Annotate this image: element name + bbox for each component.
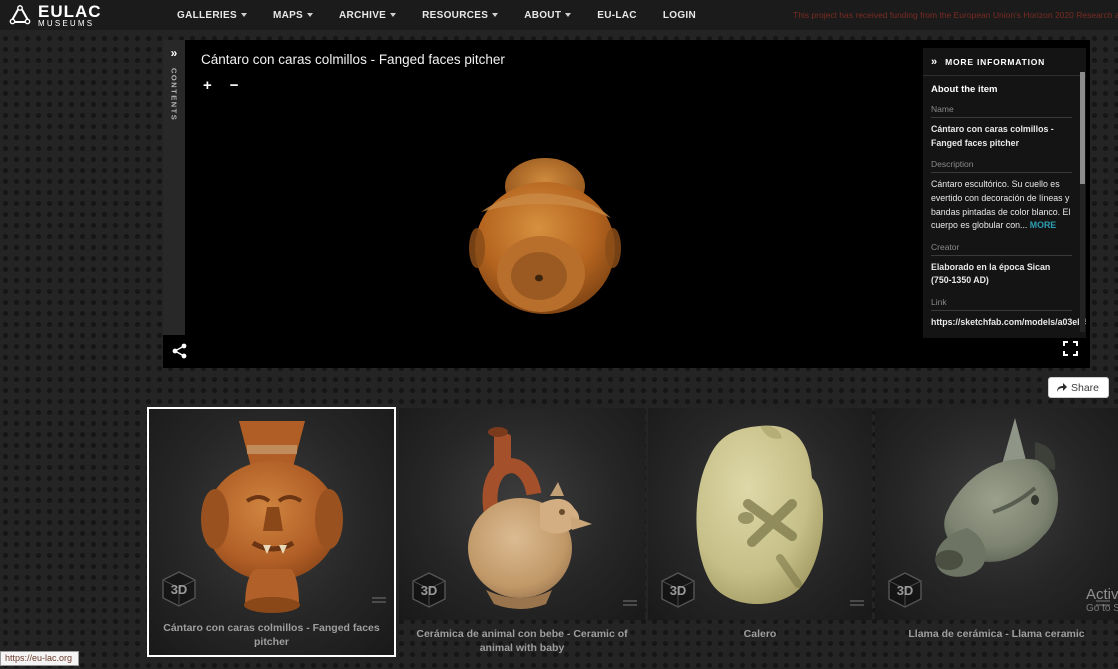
3d-badge: 3D <box>159 569 199 609</box>
chevron-down-icon <box>492 13 498 17</box>
info-panel-scrollbar[interactable] <box>1080 72 1085 332</box>
funding-notice: This project has received funding from t… <box>793 0 1118 30</box>
gallery-item-llama-ceramic[interactable]: 3D Llama de cerámica - Llama ceramic <box>875 408 1118 641</box>
nav-item-login[interactable]: LOGIN <box>663 10 696 21</box>
viewer-contents-sidebar[interactable]: » CONTENTS <box>163 40 185 335</box>
logo-line1: EULAC <box>38 3 102 20</box>
link-field-value[interactable]: https://sketchfab.com/models/a03eld5 <box>931 316 1072 330</box>
scrollbar-thumb[interactable] <box>1080 72 1085 184</box>
gallery-item-caption: Cántaro con caras colmillos - Fanged fac… <box>149 621 394 649</box>
expand-chevrons-icon[interactable]: » <box>171 40 178 60</box>
eulac-logo[interactable]: EULAC MUSEUMS <box>0 3 155 28</box>
share-arrow-icon <box>1056 382 1068 393</box>
name-field-value: Cántaro con caras colmillos - Fanged fac… <box>931 123 1072 150</box>
description-field-value: Cántaro escultórico. Su cuello es everti… <box>931 178 1072 233</box>
creator-field-label: Creator <box>931 242 1072 256</box>
nav-item-resources[interactable]: RESOURCES <box>422 10 498 21</box>
link-field-label: Link <box>931 297 1072 311</box>
nav-item-galleries[interactable]: GALLERIES <box>177 10 247 21</box>
thumbnail-watermark <box>372 597 386 603</box>
3d-badge: 3D <box>409 570 449 610</box>
chevron-down-icon <box>307 13 313 17</box>
info-panel-header[interactable]: » MORE INFORMATION <box>923 48 1086 76</box>
artifact-thumbnail-llama-ceramic <box>897 408 1097 620</box>
nav-item-archive[interactable]: ARCHIVE <box>339 10 396 21</box>
logo-line2: MUSEUMS <box>38 20 102 28</box>
eulac-logo-icon <box>8 3 32 27</box>
name-field-label: Name <box>931 104 1072 118</box>
gallery-item-caption: Cerámica de animal con bebe - Ceramic of… <box>399 627 645 655</box>
contents-label: CONTENTS <box>170 68 179 121</box>
3d-badge: 3D <box>658 570 698 610</box>
top-navigation-bar: EULAC MUSEUMS GALLERIES MAPS ARCHIVE RES… <box>0 0 1118 30</box>
gallery-item-fanged-pitcher[interactable]: 3D Cántaro con caras colmillos - Fanged … <box>147 407 396 657</box>
gallery-item-calero[interactable]: 3D Calero <box>648 408 872 641</box>
3d-model-pitcher-top-view[interactable] <box>461 152 629 328</box>
nav-item-eu-lac[interactable]: EU-LAC <box>597 10 637 21</box>
nav-menu: GALLERIES MAPS ARCHIVE RESOURCES ABOUT E… <box>155 10 696 21</box>
3d-viewer-embed[interactable]: » CONTENTS Cántaro con caras colmillos -… <box>163 40 1090 368</box>
more-information-panel: » MORE INFORMATION About the item Name C… <box>923 48 1086 338</box>
info-panel-title: MORE INFORMATION <box>945 57 1045 67</box>
gallery-item-animal-ceramic[interactable]: 3D Cerámica de animal con bebe - Ceramic… <box>399 408 645 655</box>
chevron-down-icon <box>390 13 396 17</box>
zoom-in-button[interactable]: + <box>203 78 212 93</box>
creator-field-value: Elaborado en la época Sican (750-1350 AD… <box>931 261 1072 288</box>
viewer-model-title: Cántaro con caras colmillos - Fanged fac… <box>201 52 505 67</box>
more-link[interactable]: MORE <box>1030 220 1056 230</box>
gallery-item-caption: Llama de cerámica - Llama ceramic <box>875 627 1118 641</box>
fullscreen-icon[interactable] <box>1063 341 1078 356</box>
zoom-out-button[interactable]: − <box>230 78 239 93</box>
about-the-item-heading: About the item <box>931 84 1072 95</box>
browser-link-preview: https://eu-lac.org <box>0 651 79 666</box>
artifact-thumbnail-animal-ceramic <box>422 408 622 620</box>
chevron-down-icon <box>241 13 247 17</box>
thumbnail-watermark <box>850 600 864 606</box>
nav-item-maps[interactable]: MAPS <box>273 10 313 21</box>
description-field-label: Description <box>931 159 1072 173</box>
share-button[interactable]: Share <box>1048 377 1109 398</box>
viewer-zoom-controls: + − <box>203 78 239 93</box>
gallery-item-caption: Calero <box>648 627 872 641</box>
windows-activation-watermark: Activate Windows Go to Settings to activ… <box>1086 586 1118 614</box>
3d-badge: 3D <box>885 570 925 610</box>
chevron-down-icon <box>565 13 571 17</box>
nav-item-about[interactable]: ABOUT <box>524 10 571 21</box>
collapse-chevrons-icon[interactable]: » <box>931 56 937 68</box>
thumbnail-watermark <box>623 600 637 606</box>
share-network-icon[interactable] <box>172 343 187 359</box>
